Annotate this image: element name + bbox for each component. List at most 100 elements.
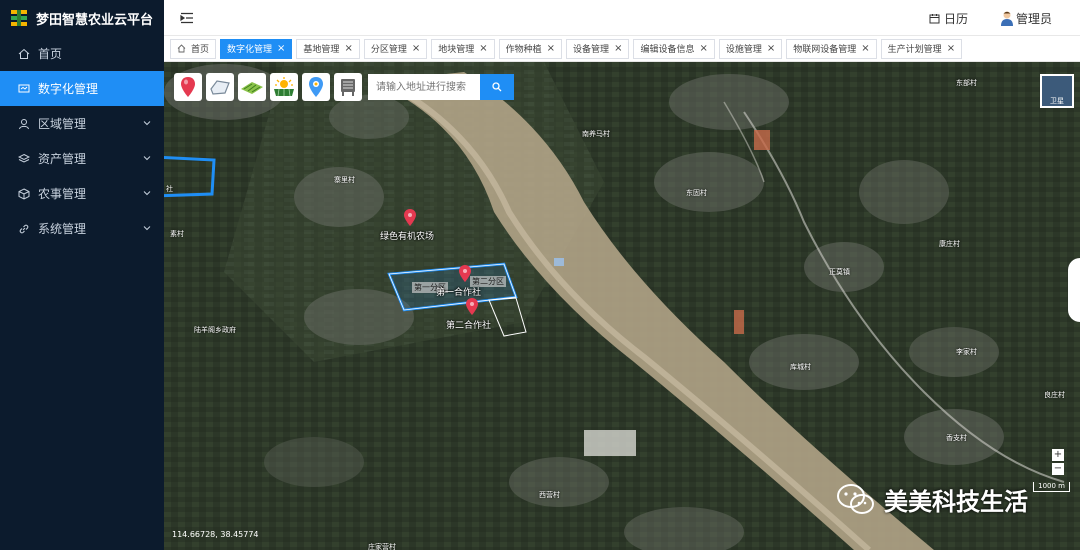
sidebar-item-label: 资产管理 — [38, 152, 87, 166]
close-icon[interactable]: × — [767, 43, 775, 54]
sidebar-item-label: 数字化管理 — [38, 82, 99, 96]
tab-label: 作物种植 — [505, 45, 542, 55]
solar-tool-button[interactable] — [270, 73, 298, 101]
avatar — [1000, 11, 1013, 26]
field-tool-button[interactable] — [238, 73, 266, 101]
zoom-out-button[interactable]: − — [1052, 463, 1064, 475]
farm-label[interactable]: 绿色有机农场 — [380, 229, 434, 242]
tab-item[interactable]: 基地管理 × — [296, 38, 360, 59]
place-label: 陆羊阁乡政府 — [194, 326, 236, 334]
app-title: 梦田智慧农业云平台 — [36, 12, 154, 28]
close-icon[interactable]: × — [277, 43, 285, 54]
sidebar-item-home[interactable]: 首页 — [0, 36, 164, 71]
menu-fold-icon[interactable] — [180, 12, 194, 24]
farm-label[interactable]: 第一合作社 — [436, 285, 481, 298]
chevron-down-icon — [143, 121, 151, 126]
chevron-down-icon — [143, 226, 151, 231]
chevron-down-icon — [143, 191, 151, 196]
tab-item[interactable]: 首页 — [170, 38, 217, 59]
device-tool-button[interactable] — [334, 73, 362, 101]
tab-item[interactable]: 作物种植 × — [498, 38, 563, 59]
solar-tool-icon — [274, 77, 294, 97]
sidebar-item-label: 区域管理 — [38, 117, 87, 131]
tab-label: 基地管理 — [303, 45, 340, 55]
tab-item[interactable]: 设施管理 × — [718, 38, 783, 59]
logo-icon — [11, 10, 27, 26]
place-label: 康庄村 — [939, 240, 960, 248]
tab-item[interactable]: 地块管理 × — [431, 38, 495, 59]
close-icon[interactable]: × — [614, 43, 622, 54]
tab-bar: 首页 数字化管理 × 基地管理 × 分区管理 × 地块管理 × 作物种植 × 设备管理 × 编辑设备信息 ×… — [164, 36, 1080, 62]
place-label: 李家村 — [956, 348, 977, 356]
chevron-down-icon — [143, 156, 151, 161]
place-label: 庄家营村 — [368, 543, 396, 550]
sidebar-item-digital[interactable]: 数字化管理 — [0, 71, 164, 106]
map-toolbar — [174, 73, 514, 101]
farm-label[interactable]: 第二合作社 — [446, 318, 491, 331]
tab-item[interactable]: 设备管理 × — [566, 38, 630, 59]
layer-switch-button[interactable]: 卫星 — [1040, 74, 1074, 108]
tab-item[interactable]: 分区管理 × — [363, 38, 428, 59]
polygon-tool-button[interactable] — [206, 73, 234, 101]
place-label: 正莫镇 — [829, 268, 850, 276]
place-label: 寨里村 — [334, 176, 355, 184]
tab-label: 生产计划管理 — [887, 45, 942, 55]
tab-label: 数字化管理 — [227, 45, 273, 55]
tab-item[interactable]: 生产计划管理 × — [880, 38, 963, 59]
place-label: 东部村 — [956, 79, 977, 87]
tab-item[interactable]: 物联网设备管理 × — [786, 38, 877, 59]
tab-label: 物联网设备管理 — [793, 45, 857, 55]
app-root: 梦田智慧农业云平台 首页 数字化管理 区域管理 资产管理 农事管理 系统管理 日… — [0, 0, 1080, 550]
calendar-label: 日历 — [943, 11, 968, 26]
tab-label: 设备管理 — [573, 45, 610, 55]
header-right: 日历 管理员 — [929, 0, 1052, 36]
map-marker-icon[interactable] — [404, 209, 416, 226]
sidebar-item-farming[interactable]: 农事管理 — [0, 176, 164, 211]
close-icon[interactable]: × — [547, 43, 555, 54]
close-icon[interactable]: × — [344, 43, 352, 54]
zoom-in-button[interactable]: + — [1052, 449, 1064, 461]
calendar-icon — [929, 13, 940, 23]
sidebar-item-system[interactable]: 系统管理 — [0, 211, 164, 246]
wechat-icon — [837, 483, 874, 514]
place-label: 社 — [166, 185, 173, 193]
map-marker-icon[interactable] — [466, 298, 478, 315]
place-label: 素村 — [170, 230, 184, 238]
sidebar-item-asset[interactable]: 资产管理 — [0, 141, 164, 176]
home-icon — [18, 48, 30, 60]
sidebar: 梦田智慧农业云平台 首页 数字化管理 区域管理 资产管理 农事管理 系统管理 — [0, 0, 164, 550]
close-icon[interactable]: × — [412, 43, 420, 54]
close-icon[interactable]: × — [947, 43, 955, 54]
sidebar-menu: 首页 数字化管理 区域管理 资产管理 农事管理 系统管理 — [0, 36, 164, 246]
tab-label: 编辑设备信息 — [640, 45, 695, 55]
place-label: 香支村 — [946, 434, 967, 442]
calendar-button[interactable]: 日历 — [929, 10, 968, 27]
map-search-button[interactable] — [480, 74, 514, 100]
logo[interactable]: 梦田智慧农业云平台 — [0, 0, 164, 36]
map-search-input[interactable] — [368, 74, 480, 100]
home-icon — [177, 44, 186, 53]
user-name: 管理员 — [1015, 11, 1052, 26]
tab-label: 设施管理 — [725, 45, 762, 55]
map-view[interactable]: 东部村 南养马村 寨里村 东固村 素村 康庄村 正莫镇 陆羊阁乡政府 李家村 库… — [164, 62, 1080, 550]
tab-label: 地块管理 — [438, 45, 475, 55]
user-menu[interactable]: 管理员 — [1000, 10, 1052, 27]
map-marker-icon[interactable] — [459, 265, 471, 282]
tab-item[interactable]: 编辑设备信息 × — [633, 38, 715, 59]
layers-icon — [18, 153, 30, 165]
layer-switch-label: 卫星 — [1050, 97, 1064, 105]
sidebar-item-region[interactable]: 区域管理 — [0, 106, 164, 141]
pin-tool-icon — [181, 77, 195, 97]
location-tool-button[interactable] — [302, 73, 330, 101]
side-panel-handle[interactable] — [1068, 258, 1080, 322]
tab-item[interactable]: 数字化管理 × — [220, 38, 293, 59]
link-icon — [18, 223, 30, 235]
pin-tool-button[interactable] — [174, 73, 202, 101]
sidebar-item-label: 首页 — [38, 47, 63, 61]
zoom-control: + − — [1052, 449, 1064, 475]
close-icon[interactable]: × — [861, 43, 869, 54]
close-icon[interactable]: × — [699, 43, 707, 54]
scale-bar: 1000 m — [1033, 482, 1070, 492]
close-icon[interactable]: × — [479, 43, 487, 54]
user-icon — [18, 118, 30, 130]
